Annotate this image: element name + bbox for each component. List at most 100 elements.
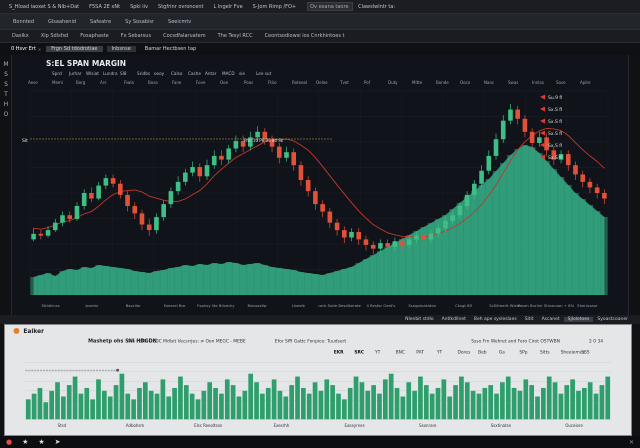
- indicator-label[interactable]: Sl8: [120, 71, 127, 76]
- candle[interactable]: [60, 211, 65, 227]
- lower-toolbar-item[interactable]: YT: [374, 349, 381, 355]
- title-tab-2[interactable]: F5SA 2E xNt: [84, 4, 125, 10]
- star-icon[interactable]: ★: [38, 438, 44, 446]
- candle[interactable]: [522, 115, 528, 138]
- menu-item-4[interactable]: Sy Sosabisr: [118, 19, 161, 25]
- menu-item-3[interactable]: Safeatre: [83, 19, 118, 25]
- candle[interactable]: [515, 105, 520, 125]
- candle[interactable]: [305, 176, 311, 197]
- indicator-label[interactable]: Lundra: [103, 71, 118, 76]
- indicator-label[interactable]: sie: [239, 71, 245, 76]
- lower-toolbar-item[interactable]: Sitts: [540, 349, 550, 355]
- lower-chart-panel[interactable]: Eaiker Mashetp ohs SNI HDGDN Pos FSNS DE…: [4, 324, 632, 436]
- candle[interactable]: [341, 226, 347, 244]
- mid-item-7[interactable]: Syoastcoaner: [593, 317, 632, 322]
- candle[interactable]: [132, 202, 138, 219]
- left-label-2[interactable]: S: [1, 71, 11, 78]
- candle[interactable]: [580, 170, 586, 188]
- candle[interactable]: [508, 103, 513, 125]
- candle[interactable]: [161, 200, 166, 221]
- lower-toolbar-item[interactable]: SPp: [519, 349, 527, 355]
- legend-entry[interactable]: Sx.S fl: [548, 131, 562, 137]
- indicator-label[interactable]: Antar: [205, 71, 217, 76]
- toolbar-item-4[interactable]: Fx Sebarsus: [115, 33, 157, 39]
- candle[interactable]: [190, 161, 195, 177]
- candle[interactable]: [298, 161, 304, 186]
- candle[interactable]: [139, 209, 145, 231]
- lower-toolbar-item[interactable]: YT: [436, 349, 443, 355]
- chart-tab-4[interactable]: Bamar Hectbsen tap: [140, 46, 201, 52]
- candle[interactable]: [154, 213, 159, 234]
- legend-entry[interactable]: Sx.S fl: [548, 143, 562, 149]
- candle[interactable]: [197, 163, 203, 182]
- lower-toolbar-item[interactable]: BNC: [396, 349, 405, 355]
- candle[interactable]: [500, 115, 506, 143]
- candle[interactable]: [349, 228, 354, 242]
- left-label-1[interactable]: M: [1, 61, 11, 68]
- mid-item-2[interactable]: Antlkdllnet: [438, 317, 470, 322]
- indicator-label[interactable]: Cashe: [188, 71, 201, 76]
- candle[interactable]: [313, 187, 318, 210]
- candle[interactable]: [89, 187, 94, 203]
- chart-tab-3[interactable]: Inbsnse: [106, 46, 136, 52]
- main-chart[interactable]: S:EL SPAN MARGIN Sprcl Jurhar Wlsiat Lundra…: [12, 55, 628, 315]
- mid-item-6[interactable]: Sjloletoes: [563, 317, 594, 322]
- legend-entry[interactable]: Sx.S fl: [548, 107, 562, 113]
- lower-toolbar-item[interactable]: Dores: [457, 349, 471, 355]
- title-right-item[interactable]: Clawslwlntr ta:: [353, 4, 400, 10]
- candle[interactable]: [211, 150, 217, 169]
- candle[interactable]: [103, 174, 109, 190]
- lower-toolbar-item[interactable]: SRC: [354, 349, 364, 355]
- star-icon[interactable]: ★: [22, 438, 28, 446]
- candle[interactable]: [370, 241, 376, 255]
- candle[interactable]: [118, 180, 123, 199]
- menu-item-5[interactable]: Seeicmtv: [161, 19, 198, 25]
- legend-entry[interactable]: Su.9 fl: [548, 95, 562, 101]
- search-input[interactable]: Ov exana taore: [307, 2, 354, 11]
- candle[interactable]: [38, 230, 44, 240]
- candle[interactable]: [284, 146, 289, 162]
- candle[interactable]: [573, 161, 578, 181]
- candle[interactable]: [204, 159, 210, 181]
- chart-tab-1[interactable]: 0 Hsvr Ert ×: [6, 46, 46, 52]
- candle[interactable]: [226, 144, 231, 164]
- candle[interactable]: [31, 228, 36, 242]
- legend-entry[interactable]: Sx.S fl: [548, 155, 562, 161]
- mid-item-1[interactable]: Nlenbit stdlo: [401, 317, 438, 322]
- left-label-4[interactable]: T: [1, 91, 11, 98]
- indicator-label[interactable]: Jurhar: [68, 71, 82, 76]
- mid-item-4[interactable]: Sitit: [521, 317, 538, 322]
- toolbar-item-7[interactable]: Ceontsodiowsi ios Cnrkhintoes t: [259, 33, 351, 39]
- candle[interactable]: [327, 207, 333, 229]
- candle[interactable]: [537, 131, 542, 147]
- candle[interactable]: [183, 168, 188, 186]
- candle[interactable]: [96, 181, 101, 201]
- candle[interactable]: [52, 218, 58, 232]
- menu-item-1[interactable]: Bonnted: [6, 19, 41, 25]
- indicator-label[interactable]: Sprcl: [52, 71, 62, 76]
- legend-entry[interactable]: Sx.S fl: [548, 119, 562, 125]
- lower-toolbar-item[interactable]: SSS: [581, 349, 590, 355]
- mid-item-3[interactable]: Beh ape sysleslaes: [470, 317, 521, 322]
- candle[interactable]: [529, 128, 535, 149]
- arrow-icon[interactable]: ➤: [55, 438, 61, 446]
- candle[interactable]: [125, 191, 130, 212]
- indicator-label[interactable]: Lee sut: [256, 71, 272, 76]
- toolbar-item-2[interactable]: Xip Sdlsfsd: [35, 33, 74, 39]
- left-label-6[interactable]: O: [1, 111, 11, 118]
- record-icon[interactable]: ●: [6, 438, 12, 446]
- candle[interactable]: [146, 218, 152, 236]
- title-tab-3[interactable]: Spki iiv: [125, 4, 153, 10]
- candle[interactable]: [493, 133, 499, 160]
- lower-toolbar-item[interactable]: Beb: [478, 349, 487, 355]
- toolbar-item-5[interactable]: Cocsdfalaruatem: [157, 33, 212, 39]
- candle[interactable]: [334, 218, 340, 236]
- mid-item-5[interactable]: Ascanet: [538, 317, 564, 322]
- toolbar-item-3[interactable]: Fosaphaste: [74, 33, 114, 39]
- lower-toolbar-item[interactable]: EKR: [334, 349, 344, 355]
- candle[interactable]: [219, 150, 224, 166]
- candle[interactable]: [74, 202, 80, 221]
- title-tab-5[interactable]: L lngelr Fve: [209, 4, 248, 10]
- candle[interactable]: [363, 235, 369, 251]
- candle[interactable]: [486, 150, 492, 175]
